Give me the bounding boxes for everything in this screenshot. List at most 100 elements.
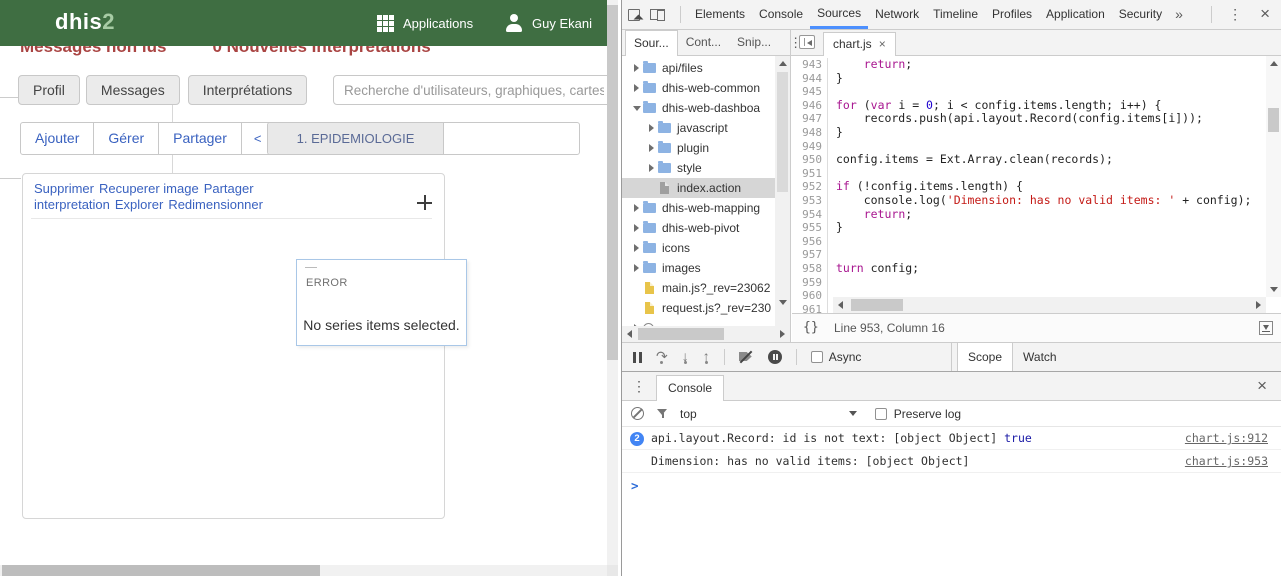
scroll-right-button[interactable] [775,326,790,342]
tab-scope[interactable]: Scope [957,343,1013,371]
file-tab-close-icon[interactable]: × [879,33,886,56]
tree-item-main-js--rev-23062[interactable]: main.js?_rev=23062 [622,278,775,298]
code-content[interactable]: return;}for (var i = 0; i < config.items… [836,58,1265,297]
step-into-icon[interactable]: ↓ [682,350,689,364]
drawer-close-icon[interactable]: × [1249,372,1275,400]
scroll-left-button[interactable] [833,297,848,313]
tree-item-partial[interactable] [622,318,775,326]
chevron-right-icon[interactable] [649,124,654,132]
pretty-print-icon[interactable]: {} [803,320,819,335]
devtools-menu-icon[interactable]: ⋮ [1219,0,1251,29]
tree-item-style[interactable]: style [622,158,775,178]
editor-vscroll-thumb[interactable] [1268,108,1279,132]
tree-item-dhis-web-common[interactable]: dhis-web-common [622,78,775,98]
widget-link-recuperer-image[interactable]: Recuperer image [99,181,199,196]
filter-icon[interactable] [657,408,668,419]
navigator-tab-cont[interactable]: Cont... [678,30,729,55]
clear-console-icon[interactable] [631,407,644,420]
search-input[interactable] [333,75,615,105]
tree-item-plugin[interactable]: plugin [622,138,775,158]
chevron-right-icon[interactable] [634,224,639,232]
devtools-tab-profiles[interactable]: Profiles [985,0,1039,29]
tree-hscroll-thumb[interactable] [638,328,724,340]
navigator-tab-snip[interactable]: Snip... [729,30,779,55]
tree-item-request-js--rev-230[interactable]: request.js?_rev=230 [622,298,775,318]
devtools-tab-sources[interactable]: Sources [810,0,868,29]
editor-hscroll-thumb[interactable] [851,299,903,311]
scroll-left-button[interactable] [622,326,637,342]
inspect-element-icon[interactable] [628,9,640,21]
chevron-right-icon[interactable] [634,244,639,252]
navigator-tab-sour[interactable]: Sour... [625,30,678,56]
tab-interprtations[interactable]: Interprétations [188,75,308,105]
partager-button[interactable]: Partager [159,123,242,154]
drawer-menu-icon[interactable]: ⋮ [622,372,656,400]
line-number: 959 [792,276,822,290]
widget-link-supprimer[interactable]: Supprimer [34,181,94,196]
code-editor[interactable]: 9439449459469479489499509519529539549559… [792,56,1281,313]
widget-link-redimensionner[interactable]: Redimensionner [168,197,263,212]
chevron-down-icon[interactable] [849,411,857,416]
preserve-log-checkbox[interactable] [875,408,887,420]
scroll-up-button[interactable] [775,56,790,71]
devtools-tab-timeline[interactable]: Timeline [926,0,985,29]
step-over-icon[interactable]: ↷ [656,350,668,364]
dhis2-logo[interactable]: dhis2 [55,9,115,35]
tab-console[interactable]: Console [656,375,724,401]
chevron-right-icon[interactable] [634,264,639,272]
device-toolbar-icon[interactable] [650,9,665,21]
user-menu[interactable]: Guy Ekani [505,0,592,46]
tree-item-javascript[interactable]: javascript [622,118,775,138]
devtools-close-icon[interactable]: × [1251,0,1279,29]
chevron-right-icon[interactable] [649,144,654,152]
scroll-down-button[interactable] [775,295,790,310]
devtools-tab-security[interactable]: Security [1112,0,1169,29]
chevron-right-icon[interactable] [634,64,639,72]
scroll-down-button[interactable] [1266,282,1281,297]
horizontal-scrollbar-thumb[interactable] [2,565,320,576]
tree-item-dhis-web-dashboa[interactable]: dhis-web-dashboa [622,98,775,118]
move-icon[interactable] [417,195,432,210]
tree-item-icons[interactable]: icons [622,238,775,258]
tree-item-dhis-web-mapping[interactable]: dhis-web-mapping [622,198,775,218]
chevron-right-icon[interactable] [634,84,639,92]
file-tab-chartjs[interactable]: chart.js × [823,32,896,56]
step-out-icon[interactable]: ↑ [703,350,710,364]
tree-item-images[interactable]: images [622,258,775,278]
tree-vscroll-thumb[interactable] [777,72,788,192]
hide-navigator-icon[interactable] [799,35,815,49]
deactivate-breakpoints-icon[interactable] [739,352,754,362]
grer-button[interactable]: Gérer [94,123,159,154]
ajouter-button[interactable]: Ajouter [21,123,94,154]
async-checkbox[interactable] [811,351,823,363]
tab-profil[interactable]: Profil [18,75,80,105]
execution-context-dropdown[interactable]: top [680,407,697,421]
widget-link-explorer[interactable]: Explorer [115,197,163,212]
folder-icon [643,243,656,253]
panel-toggle-icon[interactable] [1259,321,1273,335]
chevron-down-icon[interactable] [633,106,641,111]
tree-item-api-files[interactable]: api/files [622,58,775,78]
tree-item-index-action[interactable]: index.action [622,178,775,198]
tab-messages[interactable]: Messages [86,75,180,105]
devtools-tab-network[interactable]: Network [868,0,926,29]
devtools-tab-elements[interactable]: Elements [688,0,752,29]
devtools-tab-application[interactable]: Application [1039,0,1112,29]
more-tabs-icon[interactable]: » [1169,0,1189,29]
chevron-right-icon[interactable] [634,204,639,212]
vertical-scrollbar-thumb[interactable] [607,5,618,360]
applications-menu[interactable]: Applications [377,0,473,46]
scroll-up-button[interactable] [1266,56,1281,71]
pause-script-icon[interactable] [633,352,642,363]
scroll-right-button[interactable] [1251,297,1266,313]
dashboard-tab-epidemiologie[interactable]: 1. EPIDEMIOLOGIE [268,123,444,154]
tree-item-label: dhis-web-pivot [662,221,739,235]
devtools-tab-console[interactable]: Console [752,0,810,29]
console-prompt-icon[interactable]: > [622,473,1281,493]
source-location-link[interactable]: chart.js:953 [1185,454,1268,468]
tree-item-dhis-web-pivot[interactable]: dhis-web-pivot [622,218,775,238]
chevron-right-icon[interactable] [649,164,654,172]
tab-watch[interactable]: Watch [1013,343,1067,371]
source-location-link[interactable]: chart.js:912 [1185,431,1268,445]
pause-on-exceptions-icon[interactable] [768,350,782,364]
